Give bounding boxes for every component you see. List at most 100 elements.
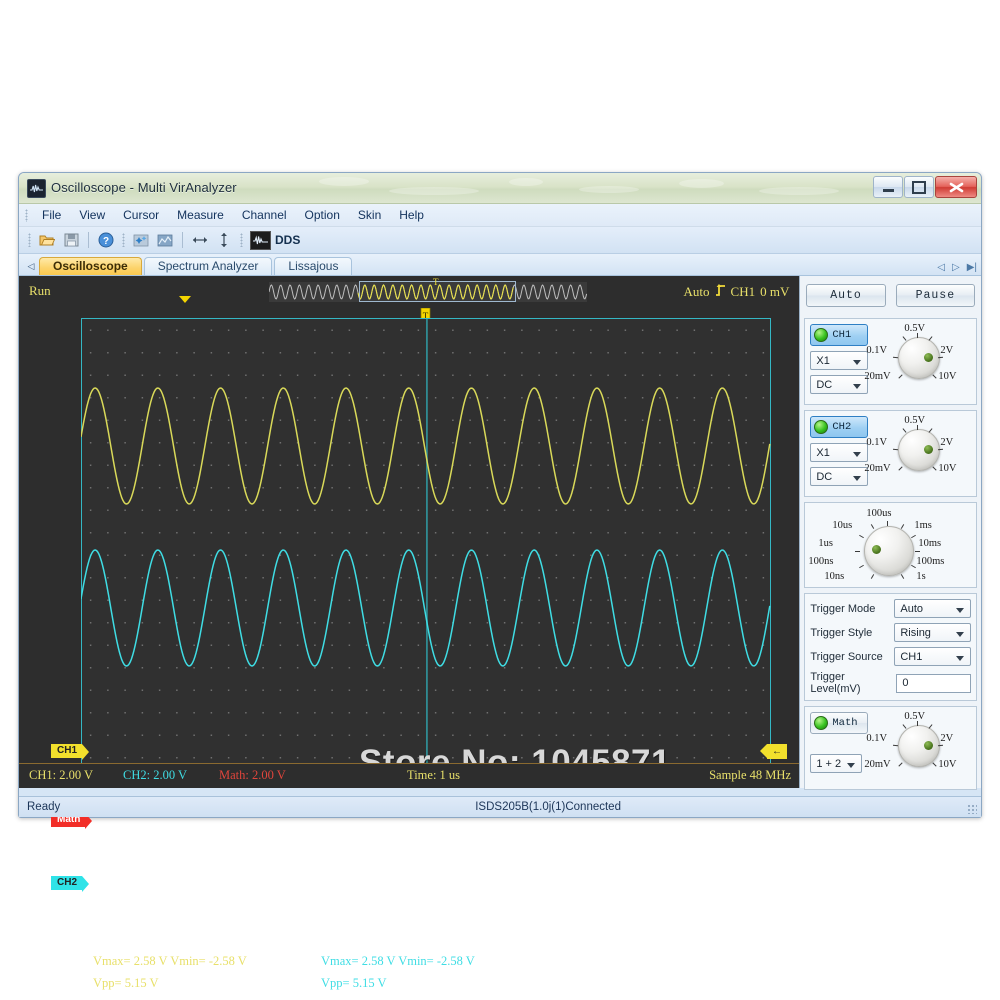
toolbar-drag-grip-2[interactable]	[122, 233, 125, 247]
ch1-led-icon	[814, 328, 829, 342]
trigger-level-display: 0 mV	[760, 284, 790, 299]
ch2-position-marker[interactable]: CH2	[51, 876, 90, 892]
tab-oscilloscope[interactable]: Oscilloscope	[39, 257, 142, 275]
ch2-enable-button[interactable]: CH2	[810, 416, 869, 438]
timebase-label-100ms: 100ms	[916, 556, 945, 567]
footer-sample-rate: Sample 48 MHz	[709, 768, 791, 782]
ch2-led-icon	[814, 420, 829, 434]
menu-item-view[interactable]: View	[70, 206, 114, 224]
application-window: Oscilloscope - Multi VirAnalyzer File Vi…	[18, 172, 982, 1000]
ch2-knob-label-05v: 0.5V	[904, 415, 926, 426]
waveform-display-area[interactable]: Run T Auto CH1 0 mV T CH1 Math CH2 ← Vma…	[19, 276, 801, 1000]
pause-button[interactable]: Pause	[895, 284, 976, 307]
trigger-level-marker[interactable]: ←	[760, 744, 787, 759]
trigger-source-select[interactable]: CH1	[894, 647, 971, 666]
tab-nav-prev-icon[interactable]: ◁	[937, 262, 945, 273]
auto-measure-icon[interactable]	[130, 229, 152, 251]
tab-lissajous[interactable]: Lissajous	[274, 257, 353, 275]
menu-item-file[interactable]: File	[33, 206, 70, 224]
timebase-label-10ms: 10ms	[918, 538, 942, 549]
ch1-coupling-select[interactable]: DC	[810, 375, 869, 394]
trigger-level-row: Trigger Level(mV) 0	[810, 671, 971, 695]
ch1-enable-button[interactable]: CH1	[810, 324, 869, 346]
ch1-knob-label-01v: 0.1V	[866, 345, 888, 356]
dds-icon	[250, 230, 271, 250]
scope-top-info-bar: Run T Auto CH1 0 mV	[19, 276, 799, 306]
timebase-label-100us: 100us	[866, 508, 892, 519]
open-icon[interactable]	[36, 229, 58, 251]
trigger-mode-display: Auto	[683, 284, 710, 299]
trigger-style-label: Trigger Style	[810, 626, 873, 639]
title-bar: Oscilloscope - Multi VirAnalyzer	[19, 173, 981, 204]
ch2-label: CH2	[832, 421, 852, 433]
close-button[interactable]	[935, 176, 977, 198]
trigger-style-select[interactable]: Rising	[894, 623, 971, 642]
ch2-probe-select[interactable]: X1	[810, 443, 869, 462]
minimize-button[interactable]	[873, 176, 903, 198]
tab-nav-last-icon[interactable]: ▶|	[967, 262, 977, 273]
dds-button[interactable]: DDS	[248, 230, 305, 251]
graticule-wrapper	[81, 318, 771, 1000]
footer-ch1-scale: CH1: 2.00 V	[29, 768, 94, 782]
help-icon[interactable]: ?	[95, 229, 117, 251]
math-operation-select[interactable]: 1 + 2	[810, 754, 863, 773]
math-volts-div-knob[interactable]	[898, 725, 941, 767]
timebase-knob-indicator	[872, 545, 882, 554]
trigger-mode-select[interactable]: Auto	[894, 599, 971, 618]
timebase-knob-area: 100us 10us 1ms 1us 10ms 100ns 100ms 10ns…	[808, 508, 971, 584]
ch2-volts-div-knob[interactable]	[898, 429, 941, 471]
tab-spectrum-analyzer[interactable]: Spectrum Analyzer	[143, 257, 273, 275]
ch1-volts-div-knob-area: 0.5V 0.1V 2V 20mV 10V	[864, 323, 971, 396]
oscilloscope-app-icon	[27, 179, 46, 198]
trigger-mode-label: Trigger Mode	[810, 602, 876, 615]
menu-item-skin[interactable]: Skin	[349, 206, 390, 224]
math-led-icon	[814, 716, 829, 730]
menu-item-cursor[interactable]: Cursor	[114, 206, 168, 224]
toolbar: ? DDS	[19, 227, 981, 254]
horizontal-cursor-icon[interactable]	[189, 229, 211, 251]
overview-position-arrow	[179, 296, 191, 303]
menu-drag-grip[interactable]	[25, 208, 28, 222]
menu-item-help[interactable]: Help	[390, 206, 433, 224]
tab-nav-first[interactable]: ◁	[23, 258, 39, 275]
math-knob-label-2v: 2V	[940, 733, 954, 744]
timebase-label-1ms: 1ms	[914, 520, 932, 531]
resize-grip[interactable]	[967, 804, 977, 814]
ch1-volts-div-knob[interactable]	[898, 337, 941, 379]
menu-item-measure[interactable]: Measure	[168, 206, 233, 224]
math-enable-button[interactable]: Math	[810, 712, 869, 734]
trigger-source-label: Trigger Source	[810, 650, 883, 663]
ch1-panel: CH1 X1 DC 0.5V 0.1V 2V 20mV 10V	[804, 318, 977, 405]
capture-icon[interactable]	[154, 229, 176, 251]
trigger-style-row: Trigger Style Rising	[810, 623, 971, 642]
maximize-button[interactable]	[904, 176, 934, 198]
toolbar-drag-grip-3[interactable]	[240, 233, 243, 247]
trigger-mode-row: Trigger Mode Auto	[810, 599, 971, 618]
svg-text:?: ?	[103, 236, 109, 247]
overview-trigger-marker: T	[433, 277, 439, 287]
tab-nav-next-icon[interactable]: ▷	[952, 262, 960, 273]
trigger-level-input[interactable]: 0	[896, 673, 971, 693]
ch1-vpp: Vpp= 5.15 V	[93, 976, 159, 990]
toolbar-drag-grip-1[interactable]	[28, 233, 31, 247]
timebase-knob[interactable]	[864, 526, 915, 576]
menu-item-channel[interactable]: Channel	[233, 206, 296, 224]
math-knob-indicator	[924, 741, 934, 750]
vertical-cursor-icon[interactable]	[213, 229, 235, 251]
auto-button[interactable]: Auto	[806, 284, 886, 307]
overview-strip[interactable]: T	[268, 277, 588, 302]
ch1-probe-select[interactable]: X1	[810, 351, 869, 370]
ch1-knob-label-05v: 0.5V	[904, 323, 926, 334]
menu-item-option[interactable]: Option	[296, 206, 349, 224]
tab-navigation: ◁ ▷ ▶|	[937, 262, 977, 273]
scope-body: Run T Auto CH1 0 mV T CH1 Math CH2 ← Vma…	[19, 276, 981, 1000]
trigger-source-row: Trigger Source CH1	[810, 647, 971, 666]
ch2-vmax-vmin: Vmax= 2.58 V Vmin= -2.58 V	[321, 954, 475, 968]
waveform-traces	[81, 387, 771, 667]
ch1-position-marker[interactable]: CH1	[51, 744, 90, 760]
control-panel: Auto Pause CH1 X1 DC 0.5V 0.1V 2V 20mV 1…	[799, 276, 981, 790]
ch2-coupling-select[interactable]: DC	[810, 467, 869, 486]
save-icon[interactable]	[60, 229, 82, 251]
ch1-knob-label-10v: 10V	[938, 371, 957, 382]
ch2-knob-label-2v: 2V	[940, 437, 954, 448]
